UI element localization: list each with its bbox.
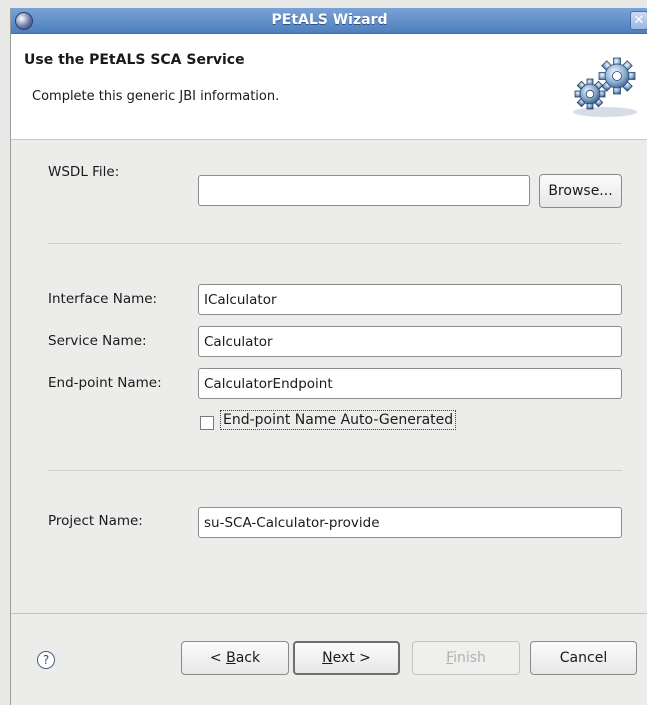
endpoint-name-input[interactable] [198, 368, 622, 399]
window-title: PEtALS Wizard [271, 12, 388, 28]
title-bar[interactable]: PEtALS Wizard ✕ [11, 8, 647, 34]
cancel-button[interactable]: Cancel [530, 641, 637, 675]
finish-button: Finish [412, 641, 520, 675]
wizard-header: Use the PEtALS SCA Service Complete this… [11, 34, 647, 140]
autogen-checkbox[interactable] [200, 416, 214, 430]
service-name-input[interactable] [198, 326, 622, 357]
project-name-label: Project Name: [48, 513, 143, 529]
service-name-label: Service Name: [48, 333, 147, 349]
close-icon: ✕ [633, 13, 645, 28]
wsdl-file-label: WSDL File: [48, 164, 120, 180]
browse-button[interactable]: Browse... [539, 174, 622, 208]
help-icon[interactable]: ? [37, 651, 55, 669]
interface-name-label: Interface Name: [48, 291, 158, 307]
page-description: Complete this generic JBI information. [32, 89, 280, 104]
separator [48, 243, 622, 244]
separator [48, 470, 622, 471]
wsdl-file-input[interactable] [198, 175, 530, 206]
project-name-input[interactable] [198, 507, 622, 538]
interface-name-input[interactable] [198, 284, 622, 315]
next-button[interactable]: Next > [293, 641, 400, 675]
endpoint-name-label: End-point Name: [48, 375, 162, 391]
autogen-checkbox-label[interactable]: End-point Name Auto-Generated [220, 410, 457, 430]
close-button[interactable]: ✕ [630, 11, 647, 30]
back-button[interactable]: < Back [181, 641, 289, 675]
wizard-dialog: PEtALS Wizard ✕ Use the PEtALS SCA Servi… [10, 8, 647, 705]
gears-icon [573, 57, 637, 117]
page-title: Use the PEtALS SCA Service [24, 52, 245, 68]
footer-separator [11, 613, 647, 614]
